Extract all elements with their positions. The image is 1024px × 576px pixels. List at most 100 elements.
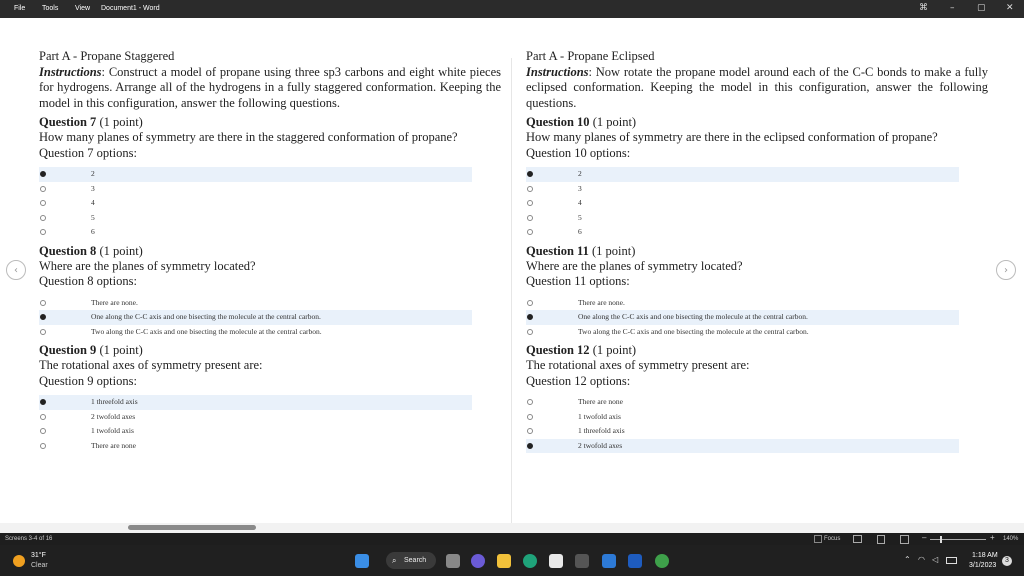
options-label: Question 9 options:: [39, 373, 137, 388]
question-heading: Question 8 (1 point): [39, 243, 143, 258]
clock-time[interactable]: 1:18 AM: [972, 552, 998, 559]
radio-button[interactable]: [40, 328, 46, 335]
restore-button[interactable]: ▢: [977, 3, 986, 13]
microsoft-store-icon[interactable]: [549, 554, 563, 568]
radio-button[interactable]: [527, 185, 533, 192]
option-row[interactable]: There are none: [39, 439, 501, 454]
focus-mode-icon[interactable]: [814, 535, 822, 543]
option-row[interactable]: 2: [39, 167, 472, 182]
taskbar-search[interactable]: ⌕ Search: [386, 552, 436, 569]
prev-screen-button[interactable]: ‹: [6, 260, 26, 280]
radio-button[interactable]: [40, 413, 46, 420]
clock-date[interactable]: 3/1/2023: [969, 562, 996, 569]
read-mode-icon[interactable]: [853, 535, 862, 543]
weather-temp[interactable]: 31°F: [31, 552, 46, 559]
task-view-icon[interactable]: [446, 554, 460, 568]
option-row[interactable]: 6: [39, 225, 501, 240]
option-row[interactable]: 2 twofold axes: [39, 410, 501, 425]
option-row[interactable]: There are none.: [526, 296, 988, 311]
horizontal-scrollbar[interactable]: [0, 523, 1024, 533]
close-button[interactable]: ✕: [1006, 3, 1014, 13]
option-row[interactable]: 3: [526, 182, 988, 197]
focus-button[interactable]: Focus: [824, 536, 840, 542]
question-text: Where are the planes of symmetry located…: [526, 258, 743, 273]
option-row[interactable]: 6: [526, 225, 988, 240]
radio-button[interactable]: [527, 399, 533, 405]
radio-button[interactable]: [40, 299, 46, 306]
volume-icon[interactable]: ◁: [932, 555, 938, 564]
option-row[interactable]: One along the C-C axis and one bisecting…: [39, 310, 472, 325]
radio-button[interactable]: [40, 185, 46, 192]
radio-button[interactable]: [527, 229, 533, 235]
option-row[interactable]: Two along the C-C axis and one bisecting…: [39, 325, 501, 340]
radio-button[interactable]: [527, 171, 533, 177]
radio-button[interactable]: [40, 229, 46, 235]
mail-icon[interactable]: [602, 554, 616, 568]
word-icon[interactable]: [628, 554, 642, 568]
instructions-text: : Now rotate the propane model around ea…: [526, 64, 988, 110]
scrollbar-thumb[interactable]: [128, 525, 256, 530]
option-row[interactable]: Two along the C-C axis and one bisecting…: [526, 325, 988, 340]
option-row[interactable]: One along the C-C axis and one bisecting…: [526, 310, 959, 325]
option-row[interactable]: 3: [39, 182, 501, 197]
right-column: Part A - Propane Eclipsed Instructions: …: [526, 49, 988, 457]
app-icon[interactable]: [575, 554, 589, 568]
notification-badge[interactable]: 3: [1002, 556, 1012, 566]
search-icon: ⌕: [392, 556, 397, 565]
option-row[interactable]: 4: [526, 196, 988, 211]
print-layout-icon[interactable]: [877, 535, 885, 544]
radio-button[interactable]: [527, 314, 533, 320]
radio-button[interactable]: [40, 428, 46, 434]
option-row[interactable]: 1 threefold axis: [39, 395, 472, 410]
focus-icon[interactable]: ⌘: [919, 3, 928, 13]
menu-file[interactable]: File: [14, 5, 25, 12]
option-row[interactable]: 1 twofold axis: [526, 410, 988, 425]
radio-button[interactable]: [40, 442, 46, 449]
zoom-out-button[interactable]: –: [922, 533, 926, 542]
chevron-up-icon[interactable]: ⌃: [904, 555, 911, 564]
file-explorer-icon[interactable]: [497, 554, 511, 568]
zoom-level[interactable]: 140%: [1003, 536, 1018, 542]
options-label: Question 10 options:: [526, 145, 631, 160]
radio-button[interactable]: [527, 299, 533, 306]
status-bar: Screens 3-4 of 16 Focus – + 140%: [0, 533, 1024, 545]
radio-button[interactable]: [40, 214, 46, 221]
radio-button[interactable]: [527, 328, 533, 335]
wifi-icon[interactable]: ◠: [918, 555, 925, 564]
radio-button[interactable]: [40, 200, 46, 206]
option-row[interactable]: 5: [39, 211, 501, 226]
zoom-in-button[interactable]: +: [990, 533, 995, 542]
weather-icon[interactable]: [13, 555, 25, 567]
option-row[interactable]: There are none.: [39, 296, 501, 311]
teams-chat-icon[interactable]: [471, 554, 485, 568]
radio-button[interactable]: [527, 442, 533, 449]
weather-desc[interactable]: Clear: [31, 562, 48, 569]
radio-button[interactable]: [527, 200, 533, 206]
option-row[interactable]: 2: [526, 167, 959, 182]
web-layout-icon[interactable]: [900, 535, 909, 544]
edge-browser-icon[interactable]: [523, 554, 537, 568]
minimize-button[interactable]: –: [950, 3, 955, 13]
zoom-slider-thumb[interactable]: [940, 536, 942, 543]
radio-button[interactable]: [40, 314, 46, 320]
radio-button[interactable]: [40, 399, 46, 405]
zoom-slider[interactable]: [930, 536, 986, 543]
windows-start-icon[interactable]: [355, 554, 369, 568]
menu-tools[interactable]: Tools: [42, 5, 58, 12]
next-screen-button[interactable]: ›: [996, 260, 1016, 280]
battery-icon[interactable]: [946, 557, 957, 564]
option-row[interactable]: There are none: [526, 395, 988, 410]
option-row[interactable]: 2 twofold axes: [526, 438, 959, 453]
option-row[interactable]: 1 twofold axis: [39, 424, 501, 439]
chrome-icon[interactable]: [655, 554, 669, 568]
left-column: Part A - Propane Staggered Instructions:…: [39, 49, 501, 457]
radio-button[interactable]: [527, 413, 533, 420]
radio-button[interactable]: [40, 171, 46, 177]
option-row[interactable]: 1 threefold axis: [526, 424, 988, 439]
radio-button[interactable]: [527, 214, 533, 221]
menu-view[interactable]: View: [75, 5, 90, 12]
radio-button[interactable]: [527, 428, 533, 434]
instructions-label: Instructions: [39, 64, 102, 79]
option-row[interactable]: 4: [39, 196, 501, 211]
option-row[interactable]: 5: [526, 211, 988, 226]
